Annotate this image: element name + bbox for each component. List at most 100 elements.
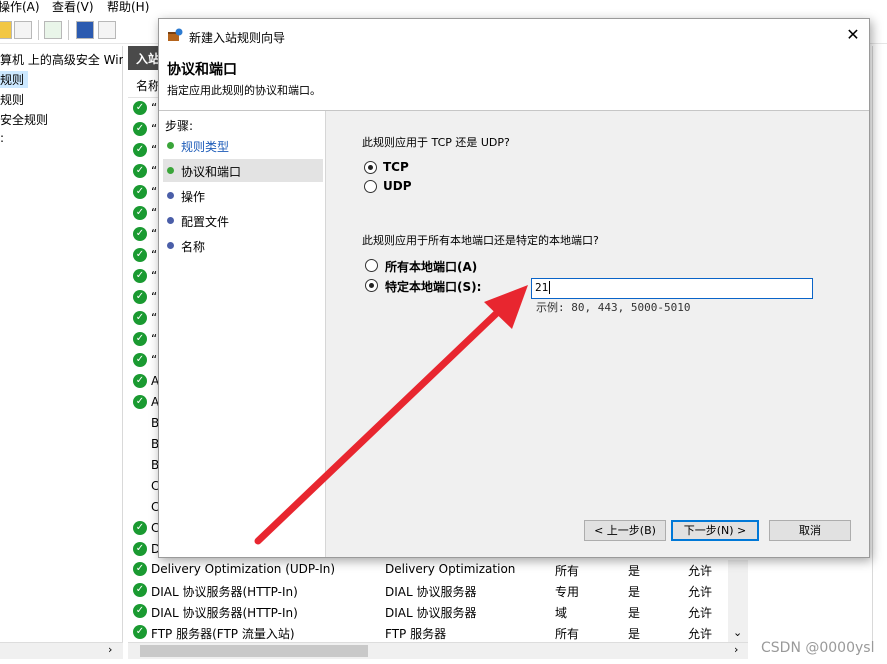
table-row[interactable]: ✓ “ — [128, 329, 158, 350]
enabled-check-icon: ✓ — [133, 206, 147, 220]
table-row[interactable]: ✓ A — [128, 392, 159, 413]
rule-name: DIAL 协议服务器(HTTP-In) — [151, 606, 298, 620]
table-row[interactable]: ✓ C — [128, 518, 159, 539]
table-row[interactable]: B — [128, 455, 159, 476]
folder-icon[interactable] — [0, 21, 12, 39]
properties-icon[interactable] — [14, 21, 32, 39]
dialog-header: 协议和端口 指定应用此规则的协议和端口。 — [159, 51, 869, 111]
step-item[interactable]: 操作 — [163, 184, 323, 207]
rule-profile: 所有 — [555, 627, 580, 641]
back-button[interactable]: < 上一步(B) — [584, 520, 666, 541]
table-row[interactable]: ✓ DIAL 协议服务器(HTTP-In) DIAL 协议服务器 专用 是 允许 — [128, 580, 740, 601]
next-button[interactable]: 下一步(N) > — [671, 520, 759, 541]
rule-name: “ — [151, 227, 158, 241]
scroll-down-icon[interactable]: ⌄ — [733, 626, 742, 639]
left-horizontal-scrollbar[interactable]: › — [0, 642, 123, 659]
enabled-check-icon: ✓ — [133, 395, 147, 409]
table-row[interactable]: C — [128, 476, 159, 497]
tree-item-root[interactable]: 算机 上的高级安全 Win — [0, 51, 123, 68]
table-row[interactable]: ✓ Delivery Optimization (UDP-In) Delivery … — [128, 559, 740, 580]
step-dot-icon — [167, 167, 174, 174]
list-horizontal-scrollbar[interactable]: › — [128, 642, 748, 659]
specific-ports-radio[interactable] — [365, 279, 378, 292]
rule-name: “ — [151, 353, 158, 367]
table-row[interactable]: C — [128, 497, 159, 518]
port-value: 21 — [535, 281, 549, 294]
step-item[interactable]: 规则类型 — [163, 134, 323, 157]
table-row[interactable]: ✓ “ — [128, 98, 158, 119]
column-name[interactable]: 名称 — [136, 77, 160, 94]
rule-enabled: 是 — [628, 585, 641, 599]
tcp-label[interactable]: TCP — [383, 160, 409, 174]
table-row[interactable]: ✓ D — [128, 539, 160, 560]
rule-action: 允许 — [688, 564, 713, 578]
rule-name: “ — [151, 164, 158, 178]
step-item[interactable]: 名称 — [163, 234, 323, 257]
all-ports-label[interactable]: 所有本地端口(A) — [385, 258, 477, 275]
enabled-check-icon: ✓ — [133, 604, 147, 618]
table-row[interactable]: ✓ “ — [128, 224, 158, 245]
view-icon[interactable] — [98, 21, 116, 39]
rule-action: 允许 — [688, 585, 713, 599]
table-row[interactable]: ✓ “ — [128, 203, 158, 224]
rule-name: “ — [151, 122, 158, 136]
port-example: 示例: 80, 443, 5000-5010 — [536, 301, 691, 314]
table-row[interactable]: ✓ DIAL 协议服务器(HTTP-In) DIAL 协议服务器 域 是 允许 — [128, 601, 740, 622]
tree-item-monitor[interactable]: : — [0, 131, 4, 145]
step-dot-icon — [167, 142, 174, 149]
dialog-titlebar[interactable]: 新建入站规则向导 ✕ — [159, 19, 869, 51]
rule-name: “ — [151, 290, 158, 304]
table-row[interactable]: ✓ FTP 服务器(FTP 流量入站) FTP 服务器 所有 是 允许 — [128, 622, 740, 643]
enabled-check-icon: ✓ — [133, 290, 147, 304]
table-row[interactable]: ✓ “ — [128, 350, 158, 371]
enabled-check-icon: ✓ — [133, 625, 147, 639]
specific-ports-label[interactable]: 特定本地端口(S): — [385, 278, 481, 295]
rule-name: “ — [151, 311, 158, 325]
rule-name: “ — [151, 185, 158, 199]
table-row[interactable]: ✓ “ — [128, 287, 158, 308]
step-label: 操作 — [181, 190, 206, 204]
table-row[interactable]: ✓ “ — [128, 161, 158, 182]
export-icon[interactable] — [44, 21, 62, 39]
port-input[interactable]: 21 — [531, 278, 813, 299]
table-row[interactable]: ✓ “ — [128, 266, 158, 287]
scroll-thumb[interactable] — [140, 645, 368, 657]
dialog-title: 新建入站规则向导 — [189, 31, 286, 45]
tree-item-connection-security[interactable]: 安全规则 — [0, 111, 48, 128]
tcp-radio[interactable] — [364, 161, 377, 174]
table-row[interactable]: B — [128, 413, 159, 434]
table-row[interactable]: ✓ “ — [128, 140, 158, 161]
rule-name: FTP 服务器(FTP 流量入站) — [151, 627, 295, 641]
rule-enabled: 是 — [628, 627, 641, 641]
enabled-check-icon: ✓ — [133, 374, 147, 388]
tree-item-outbound[interactable]: 规则 — [0, 91, 24, 108]
step-item[interactable]: 协议和端口 — [163, 159, 323, 182]
rule-name: “ — [151, 269, 158, 283]
watermark: CSDN @0000ysl — [761, 640, 875, 656]
enabled-check-icon: ✓ — [133, 164, 147, 178]
menu-action[interactable]: 操作(A) — [0, 0, 40, 15]
table-row[interactable]: ✓ “ — [128, 182, 158, 203]
scroll-right-icon[interactable]: › — [734, 643, 738, 656]
scroll-right-icon[interactable]: › — [108, 643, 112, 656]
all-ports-radio[interactable] — [365, 259, 378, 272]
rule-enabled: 是 — [628, 606, 641, 620]
table-row[interactable]: B — [128, 434, 159, 455]
step-label: 协议和端口 — [181, 165, 242, 179]
table-row[interactable]: ✓ A — [128, 371, 159, 392]
tree-item-inbound[interactable]: 规则 — [0, 71, 28, 88]
vertical-scrollbar[interactable]: ⌄ — [728, 560, 748, 644]
help-icon[interactable] — [76, 21, 94, 39]
step-label: 规则类型 — [181, 140, 230, 154]
table-row[interactable]: ✓ “ — [128, 308, 158, 329]
cancel-button[interactable]: 取消 — [769, 520, 851, 541]
table-row[interactable]: ✓ “ — [128, 245, 158, 266]
table-row[interactable]: ✓ “ — [128, 119, 158, 140]
close-icon[interactable]: ✕ — [841, 24, 865, 46]
udp-label[interactable]: UDP — [383, 179, 412, 193]
menu-view[interactable]: 查看(V) — [52, 0, 94, 15]
udp-radio[interactable] — [364, 180, 377, 193]
step-item[interactable]: 配置文件 — [163, 209, 323, 232]
toolbar-separator — [38, 20, 39, 40]
menu-help[interactable]: 帮助(H) — [107, 0, 149, 15]
